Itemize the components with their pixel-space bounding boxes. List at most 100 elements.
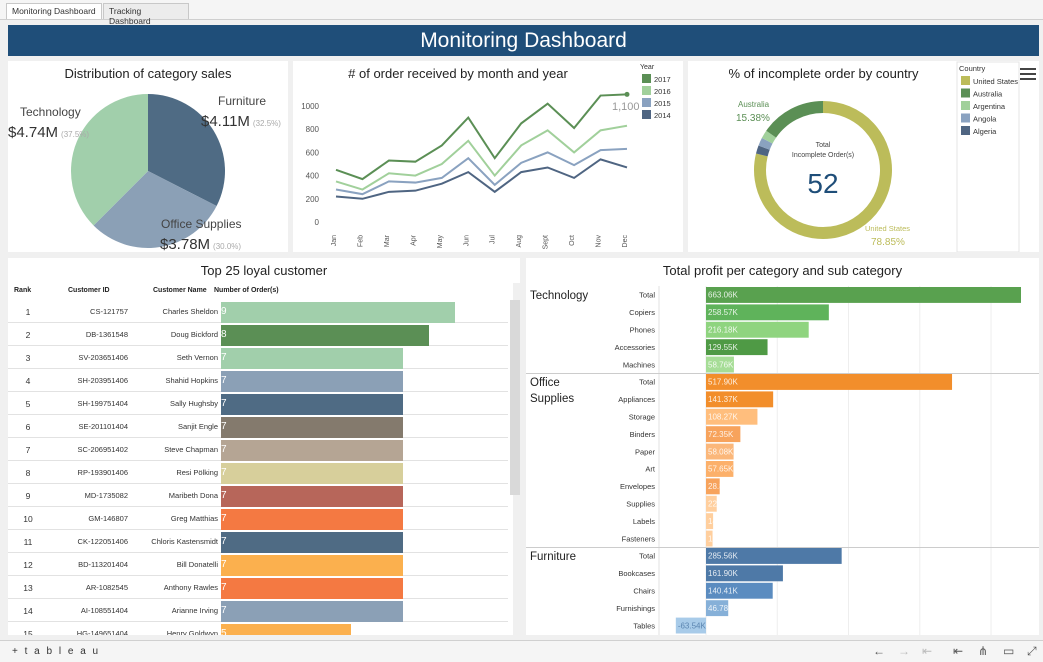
table-row[interactable]: 15 HG-149651404 Henry Goldwyn 5: [8, 622, 508, 635]
order-bar[interactable]: [221, 463, 403, 484]
order-bar[interactable]: [221, 624, 351, 635]
profit-subcategory-label: Paper: [635, 447, 656, 456]
cell-customer-id: RP-193901406: [77, 468, 128, 477]
order-bar[interactable]: [221, 555, 403, 576]
profit-bar-label: 28.84K: [708, 482, 734, 491]
pie-label-pct: (32.5%): [253, 119, 281, 128]
table-row[interactable]: 3 SV-203651406 Seth Vernon 7: [8, 346, 508, 369]
table-row[interactable]: 5 SH-199751404 Sally Hughsby 7: [8, 392, 508, 415]
order-bar[interactable]: [221, 302, 455, 323]
order-count: 7: [221, 582, 227, 593]
order-bar[interactable]: [221, 486, 403, 507]
table-row[interactable]: 7 SC-206951402 Steve Chapman 7: [8, 438, 508, 461]
profit-subcategory-label: Total: [639, 378, 655, 387]
profit-bar-label: 663.06K: [708, 291, 738, 300]
profit-bar-label: 285.56K: [708, 552, 738, 561]
line-legend-title: Year: [640, 64, 655, 71]
pie-chart: Technology $4.74M (37.5%) Furniture $4.11M (3…: [8, 94, 281, 252]
profit-bar-label: 216.18K: [708, 326, 738, 335]
table-row[interactable]: 9 MD-1735082 Maribeth Dona 7: [8, 484, 508, 507]
table-row[interactable]: 4 SH-203951406 Shahid Hopkins 7: [8, 369, 508, 392]
cell-customer-id: SH-203951406: [77, 376, 128, 385]
cell-customer-name: Steve Chapman: [164, 445, 218, 454]
tab-tracking-dashboard[interactable]: Tracking Dashboard: [103, 3, 189, 26]
menu-icon[interactable]: [1020, 68, 1036, 80]
profit-subcategory-label: Total: [639, 291, 655, 300]
profit-subcategory-label: Art: [645, 465, 656, 474]
table-row[interactable]: 13 AR-1082545 Anthony Rawles 7: [8, 576, 508, 599]
table-row[interactable]: 12 BD-113201404 Bill Donatelli 7: [8, 553, 508, 576]
profit-bar-label: -63.54K: [678, 621, 707, 630]
profit-subcategory-label: Supplies: [626, 500, 655, 509]
tab-bar: Monitoring Dashboard Tracking Dashboard: [0, 0, 1043, 26]
order-bar[interactable]: [221, 371, 403, 392]
profit-bar-label: 129.55K: [708, 343, 738, 352]
donut-us-pct: 78.85%: [871, 237, 905, 248]
table-row[interactable]: 1 CS-121757 Charles Sheldon 9: [8, 300, 508, 323]
pie-label-value: $4.11M (32.5%): [201, 113, 281, 130]
share-icon[interactable]: ⋔: [978, 644, 988, 658]
table-row[interactable]: 2 DB-1361548 Doug Bickford 8: [8, 323, 508, 346]
profit-bar-label: 57.65K: [708, 465, 734, 474]
pie-label-value: $4.74M (37.5%): [8, 124, 89, 141]
cell-customer-name: Resi Pölking: [176, 468, 218, 477]
donut-segment-argentina: [761, 130, 777, 144]
profit-bar-label: 72.35K: [708, 430, 734, 439]
cell-rank: 14: [23, 606, 33, 616]
line-series-2017: [335, 93, 628, 181]
profit-subcategory-label: Labels: [633, 517, 655, 526]
table-scrollbar[interactable]: [510, 300, 520, 495]
table-row[interactable]: 8 RP-193901406 Resi Pölking 7: [8, 461, 508, 484]
order-bar[interactable]: [221, 394, 403, 415]
profit-bar-label: 13.80K: [708, 534, 734, 543]
order-bar[interactable]: [221, 532, 403, 553]
cell-customer-id: SH-199751404: [77, 399, 128, 408]
cell-rank: 12: [23, 560, 33, 570]
pie-label-name: Office Supplies: [161, 217, 242, 231]
profit-subcategory-label: Tables: [633, 621, 655, 630]
donut-legend-swatch: [961, 126, 970, 135]
cell-customer-id: SC-206951402: [77, 445, 128, 454]
x-tick-label: Mar: [384, 234, 391, 247]
x-tick-label: Dec: [622, 235, 629, 248]
cell-customer-name: Sally Hughsby: [170, 399, 218, 408]
order-bar[interactable]: [221, 601, 403, 622]
line-legend-label: 2016: [654, 87, 671, 96]
table-row[interactable]: 11 CK-122051406 Chloris Kastensmidt 7: [8, 530, 508, 553]
cell-customer-id: CK-122051406: [77, 537, 128, 546]
order-bar[interactable]: [221, 417, 403, 438]
profit-bar-label: 517.90K: [708, 378, 738, 387]
cell-customer-id: GM-146807: [88, 514, 128, 523]
table-row[interactable]: 6 SE-201101404 Sanjit Engle 7: [8, 415, 508, 438]
donut-center-label: Incomplete Order(s): [792, 152, 854, 159]
line-chart: 1000 800 600 400 200 0 Jan Feb Mar Apr May Jun Jul Au…: [301, 64, 671, 249]
order-bar[interactable]: [221, 509, 403, 530]
redo-icon[interactable]: →: [898, 644, 910, 658]
donut-panel: % of incomplete order by country Total In…: [688, 61, 1039, 252]
x-tick-label: Sept: [543, 235, 550, 249]
donut-legend-swatch: [961, 88, 970, 98]
table-row[interactable]: 10 GM-146807 Greg Matthias 7: [8, 507, 508, 530]
y-tick-label: 400: [306, 172, 320, 181]
pie-label-pct: (30.0%): [213, 242, 241, 251]
profit-bar-label: 108.27K: [708, 413, 738, 422]
revert-icon[interactable]: ⇤: [922, 644, 932, 658]
order-bar[interactable]: [221, 348, 403, 369]
profit-subcategory-label: Binders: [630, 430, 656, 439]
line-legend-swatch: [642, 110, 651, 119]
profit-bar-label: 161.90K: [708, 569, 738, 578]
table-row[interactable]: 14 AI-108551404 Arianne Irving 7: [8, 599, 508, 622]
order-count: 7: [221, 559, 227, 570]
fullscreen-icon[interactable]: ⤢: [1027, 644, 1037, 659]
pause-icon[interactable]: ⇤: [953, 644, 963, 658]
line-legend-label: 2015: [654, 99, 671, 108]
order-count: 5: [221, 628, 227, 635]
order-bar[interactable]: [221, 578, 403, 599]
tab-monitoring-dashboard[interactable]: Monitoring Dashboard: [6, 3, 102, 19]
line-legend-swatch: [642, 98, 651, 107]
order-bar[interactable]: [221, 440, 403, 461]
order-bar[interactable]: [221, 325, 429, 346]
undo-icon[interactable]: ←: [873, 644, 885, 658]
comment-icon[interactable]: ▭: [1003, 644, 1014, 658]
line-series-2016: [335, 124, 628, 191]
